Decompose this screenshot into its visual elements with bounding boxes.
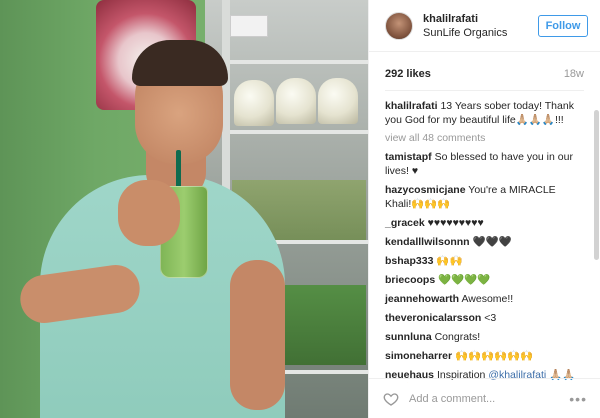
post-meta: 292 likes 18w [369,52,600,80]
comment: theveronicalarsson <3 [385,311,584,325]
post-location[interactable]: SunLife Organics [423,27,538,39]
coconut [234,80,274,126]
comment-username[interactable]: theveronicalarsson [385,312,481,324]
comment-username[interactable]: kendalllwilsonnn [385,236,470,248]
comment-username[interactable]: tamistapf [385,151,432,163]
coconut [318,78,358,124]
fridge-shelf [230,130,368,134]
comment-username[interactable]: bshap333 [385,255,433,267]
instagram-post: khalilrafati SunLife Organics Follow 292… [0,0,600,418]
view-all-comments-link[interactable]: view all 48 comments [385,132,584,144]
more-options-icon[interactable]: ••• [569,391,587,407]
comment-text: 🖤🖤🖤 [472,236,512,248]
comment: jeannehowarth Awesome!! [385,292,584,306]
comment-list: khalilrafati 13 Years sober today! Thank… [369,91,600,383]
comment-username[interactable]: hazycosmicjane [385,184,466,196]
coconut [276,78,316,124]
person-arm [230,260,285,410]
avatar[interactable] [385,11,413,40]
post-header: khalilrafati SunLife Organics Follow [369,0,600,52]
comment: kendalllwilsonnn 🖤🖤🖤 [385,235,584,249]
person-hand [118,180,180,246]
caption: khalilrafati 13 Years sober today! Thank… [385,99,584,127]
post-sidebar: khalilrafati SunLife Organics Follow 292… [368,0,600,418]
comment-text: Awesome!! [461,293,514,305]
comment-username[interactable]: sunnluna [385,331,432,343]
fridge-sticker [230,15,268,37]
comment-text: 🙌🙌 [436,255,463,267]
heart-icon[interactable] [383,391,399,407]
comment: hazycosmicjane You're a MIRACLE Khali!🙌🙌… [385,183,584,211]
comment: sunnluna Congrats! [385,330,584,344]
comment-username[interactable]: simoneharrer [385,350,452,362]
follow-button[interactable]: Follow [538,14,588,37]
post-photo[interactable] [0,0,368,418]
comment: briecoops 💚💚💚💚 [385,273,584,287]
comment: tamistapf So blessed to have you in our … [385,150,584,178]
comment-text: <3 [484,312,497,324]
comments-scrollbar[interactable] [594,110,599,260]
author-username[interactable]: khalilrafati [423,13,538,25]
comment-username[interactable]: khalilrafati [385,100,438,112]
comment-bar: Add a comment... ••• [369,378,600,418]
post-author: khalilrafati SunLife Organics [423,13,538,39]
comment: _gracek ♥♥♥♥♥♥♥♥♥ [385,216,584,230]
comment-username[interactable]: _gracek [385,217,425,229]
comment-username[interactable]: briecoops [385,274,435,286]
comment-text: Congrats! [434,331,481,343]
comment: simoneharrer 🙌🙌🙌🙌🙌🙌 [385,349,584,363]
comment-text: ♥♥♥♥♥♥♥♥♥ [427,217,484,229]
comment-username[interactable]: jeannehowarth [385,293,459,305]
comment-text: 💚💚💚💚 [438,274,491,286]
comment-text: 🙌🙌🙌🙌🙌🙌 [455,350,534,362]
post-age[interactable]: 18w [564,68,584,80]
fridge-shelf [230,60,368,64]
like-count[interactable]: 292 likes [385,68,431,80]
add-comment-input[interactable]: Add a comment... [409,393,569,405]
comment: bshap333 🙌🙌 [385,254,584,268]
